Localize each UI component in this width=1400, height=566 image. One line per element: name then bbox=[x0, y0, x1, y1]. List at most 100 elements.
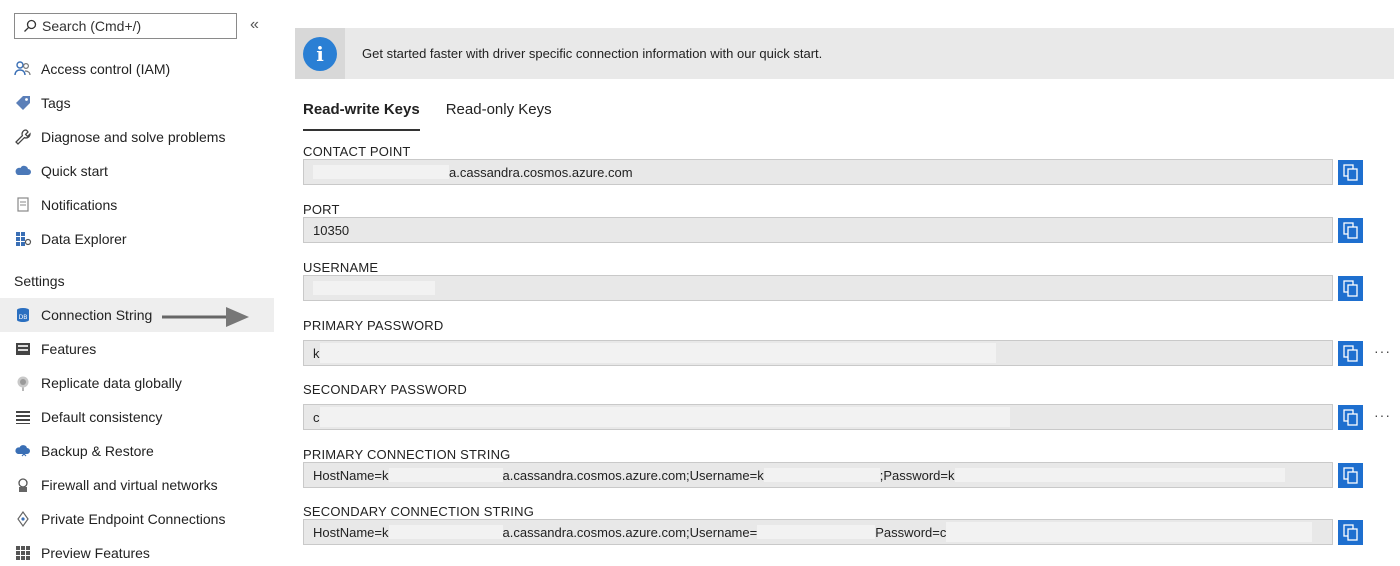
sidebar-item-label: Access control (IAM) bbox=[41, 61, 171, 77]
primary-password-label: PRIMARY PASSWORD bbox=[303, 318, 444, 333]
database-icon: DB bbox=[14, 306, 32, 324]
username-label: USERNAME bbox=[303, 260, 379, 275]
sidebar-item-label: Tags bbox=[41, 95, 71, 111]
sidebar-item-label: Quick start bbox=[41, 163, 108, 179]
tab-read-only-keys[interactable]: Read-only Keys bbox=[446, 101, 552, 131]
copy-port-button[interactable] bbox=[1338, 218, 1363, 243]
primary-connection-string-field[interactable]: HostName=k a.cassandra.cosmos.azure.com;… bbox=[303, 462, 1333, 488]
sidebar-item-firewall[interactable]: Firewall and virtual networks bbox=[0, 468, 274, 502]
copy-icon bbox=[1343, 222, 1358, 239]
sidebar-item-label: Preview Features bbox=[41, 545, 150, 561]
primary-conn-mid2: ;Password=k bbox=[879, 467, 955, 483]
sidebar-item-data-explorer[interactable]: Data Explorer bbox=[0, 222, 274, 256]
redacted-text bbox=[946, 522, 1313, 542]
redacted-text bbox=[757, 525, 876, 539]
more-options-button[interactable]: ··· bbox=[1374, 407, 1391, 423]
sidebar-item-label: Private Endpoint Connections bbox=[41, 511, 226, 527]
sidebar-item-label: Features bbox=[41, 341, 97, 357]
redacted-text bbox=[954, 468, 1285, 482]
sidebar-item-preview-features[interactable]: Preview Features bbox=[0, 536, 274, 566]
left-sidebar: Search (Cmd+/) « Access control (IAM) Ta… bbox=[0, 0, 274, 566]
secondary-conn-mid1: a.cassandra.cosmos.azure.com;Username= bbox=[502, 524, 758, 540]
secondary-conn-prefix: HostName=k bbox=[313, 524, 389, 540]
sidebar-item-label: Data Explorer bbox=[41, 231, 127, 247]
sidebar-item-diagnose[interactable]: Diagnose and solve problems bbox=[0, 120, 274, 154]
sidebar-item-label: Backup & Restore bbox=[41, 443, 154, 459]
port-label: PORT bbox=[303, 202, 340, 217]
wrench-icon bbox=[14, 128, 32, 146]
sidebar-item-label: Connection String bbox=[41, 307, 153, 323]
primary-connection-string-label: PRIMARY CONNECTION STRING bbox=[303, 447, 511, 462]
firewall-icon bbox=[14, 476, 32, 494]
backup-icon bbox=[14, 442, 32, 460]
copy-icon bbox=[1343, 164, 1358, 181]
search-input[interactable]: Search (Cmd+/) bbox=[14, 13, 237, 39]
banner-message: Get started faster with driver specific … bbox=[362, 46, 823, 61]
copy-secondary-password-button[interactable] bbox=[1338, 405, 1363, 430]
redacted-text bbox=[388, 525, 503, 539]
sidebar-item-label: Diagnose and solve problems bbox=[41, 129, 226, 145]
sidebar-item-backup-restore[interactable]: Backup & Restore bbox=[0, 434, 274, 468]
svg-text:DB: DB bbox=[19, 314, 28, 321]
copy-icon bbox=[1343, 467, 1358, 484]
copy-icon bbox=[1343, 409, 1358, 426]
search-icon bbox=[21, 17, 39, 35]
data-explorer-icon bbox=[14, 230, 32, 248]
primary-conn-prefix: HostName=k bbox=[313, 467, 389, 483]
search-placeholder: Search (Cmd+/) bbox=[42, 18, 142, 34]
sidebar-item-replicate[interactable]: Replicate data globally bbox=[0, 366, 274, 400]
contact-point-label: CONTACT POINT bbox=[303, 144, 411, 159]
sidebar-item-default-consistency[interactable]: Default consistency bbox=[0, 400, 274, 434]
username-field[interactable] bbox=[303, 275, 1333, 301]
port-field[interactable]: 10350 bbox=[303, 217, 1333, 243]
redacted-text bbox=[319, 407, 1010, 427]
sidebar-item-tags[interactable]: Tags bbox=[0, 86, 274, 120]
secondary-password-label: SECONDARY PASSWORD bbox=[303, 382, 467, 397]
collapse-sidebar-button[interactable]: « bbox=[250, 16, 259, 34]
sidebar-item-label: Replicate data globally bbox=[41, 375, 182, 391]
sidebar-item-label: Default consistency bbox=[41, 409, 163, 425]
port-value: 10350 bbox=[313, 222, 350, 238]
settings-section-header: Settings bbox=[14, 273, 65, 289]
copy-primary-password-button[interactable] bbox=[1338, 341, 1363, 366]
redacted-text bbox=[763, 468, 880, 482]
primary-password-field[interactable]: k bbox=[303, 340, 1333, 366]
copy-icon bbox=[1343, 524, 1358, 541]
sidebar-item-notifications[interactable]: Notifications bbox=[0, 188, 274, 222]
copy-secondary-connection-string-button[interactable] bbox=[1338, 520, 1363, 545]
redacted-text bbox=[319, 343, 996, 363]
sidebar-item-access-control[interactable]: Access control (IAM) bbox=[0, 52, 274, 86]
tab-read-write-keys[interactable]: Read-write Keys bbox=[303, 101, 420, 131]
redacted-text bbox=[313, 281, 435, 295]
sidebar-item-private-endpoint[interactable]: Private Endpoint Connections bbox=[0, 502, 274, 536]
secondary-password-field[interactable]: c bbox=[303, 404, 1333, 430]
redacted-text bbox=[313, 165, 449, 179]
contact-point-field[interactable]: a.cassandra.cosmos.azure.com bbox=[303, 159, 1333, 185]
copy-contact-point-button[interactable] bbox=[1338, 160, 1363, 185]
secondary-connection-string-label: SECONDARY CONNECTION STRING bbox=[303, 504, 535, 519]
quick-start-banner[interactable]: i Get started faster with driver specifi… bbox=[295, 28, 1394, 79]
endpoint-icon bbox=[14, 510, 32, 528]
secondary-connection-string-field[interactable]: HostName=k a.cassandra.cosmos.azure.com;… bbox=[303, 519, 1333, 545]
copy-icon bbox=[1343, 345, 1358, 362]
copy-username-button[interactable] bbox=[1338, 276, 1363, 301]
key-tabs: Read-write Keys Read-only Keys bbox=[303, 101, 578, 131]
contact-point-value: a.cassandra.cosmos.azure.com bbox=[449, 164, 633, 180]
globe-icon bbox=[14, 374, 32, 392]
grid-icon bbox=[14, 544, 32, 562]
sidebar-item-label: Notifications bbox=[41, 197, 118, 213]
cloud-icon bbox=[14, 162, 32, 180]
copy-primary-connection-string-button[interactable] bbox=[1338, 463, 1363, 488]
primary-conn-mid1: a.cassandra.cosmos.azure.com;Username=k bbox=[502, 467, 764, 483]
sidebar-item-features[interactable]: Features bbox=[0, 332, 274, 366]
pointer-arrow-icon bbox=[162, 307, 249, 327]
sidebar-item-quick-start[interactable]: Quick start bbox=[0, 154, 274, 188]
consistency-icon bbox=[14, 408, 32, 426]
tag-icon bbox=[14, 94, 32, 112]
redacted-text bbox=[388, 468, 503, 482]
more-options-button[interactable]: ··· bbox=[1374, 343, 1391, 359]
info-icon: i bbox=[295, 28, 345, 79]
features-icon bbox=[14, 340, 32, 358]
copy-icon bbox=[1343, 280, 1358, 297]
people-icon bbox=[14, 60, 32, 78]
